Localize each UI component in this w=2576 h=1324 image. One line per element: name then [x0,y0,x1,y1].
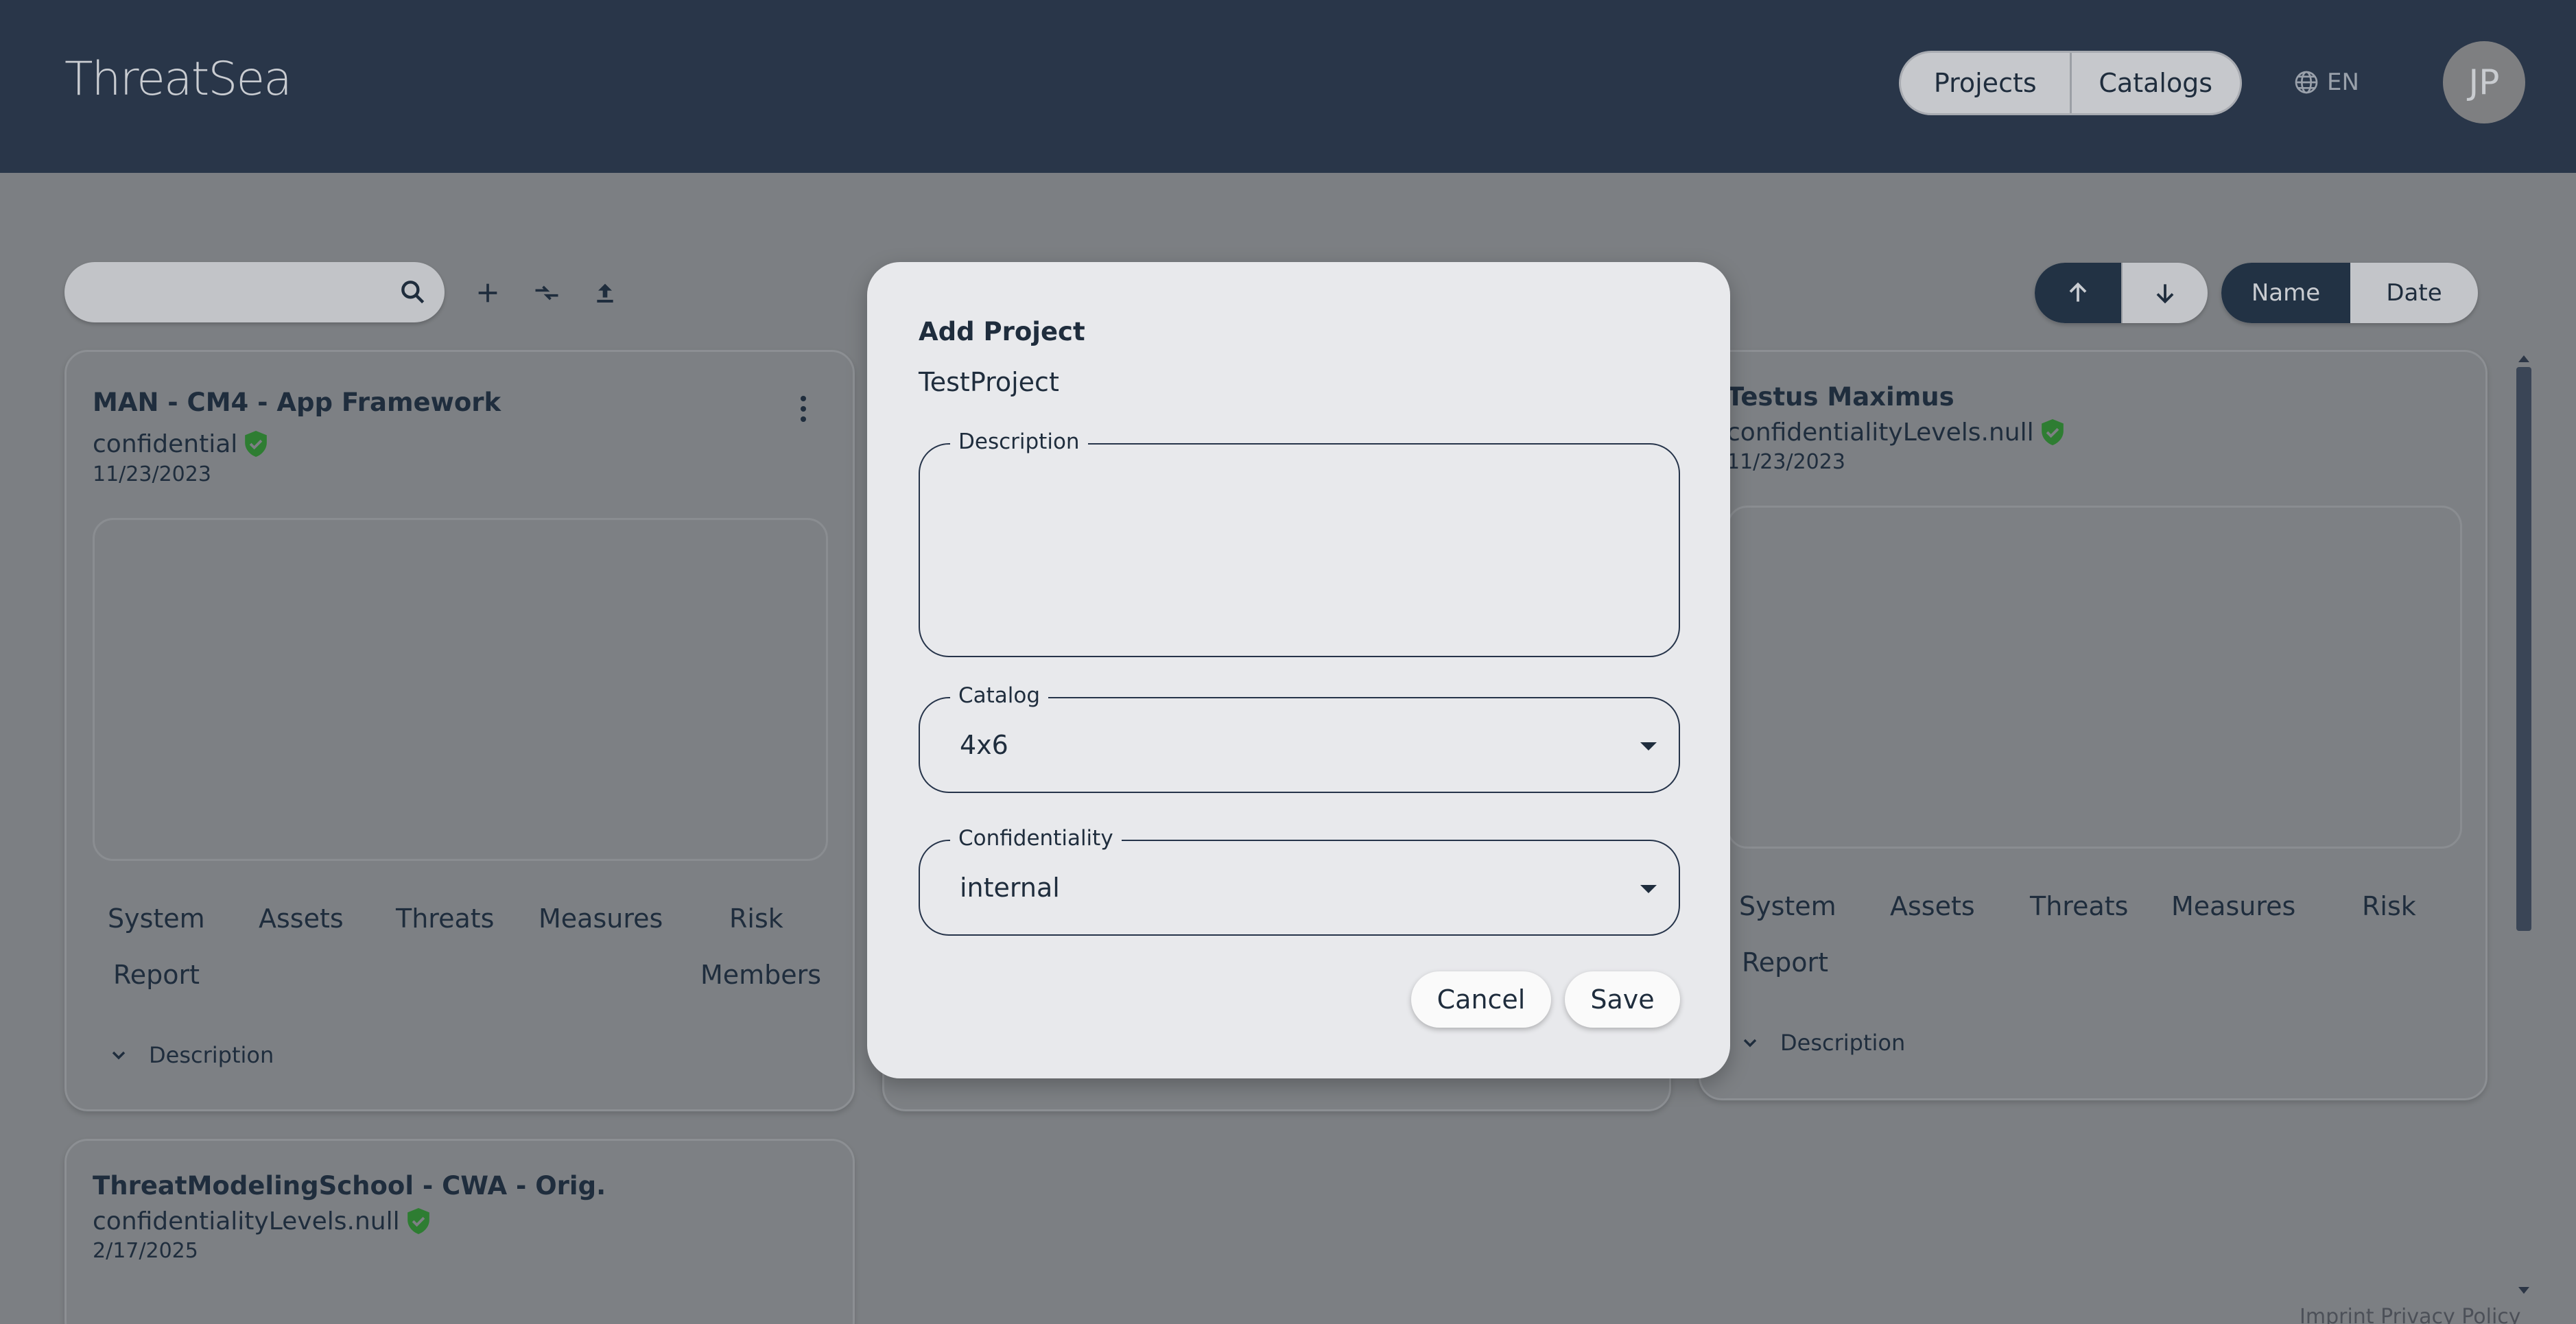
shield-check-icon [245,431,268,457]
risk-chart-area [93,518,828,861]
description-toggle[interactable]: Description [1739,1030,1905,1056]
avatar[interactable]: JP [2443,41,2525,123]
link-members[interactable]: Members [700,960,821,990]
link-risk[interactable]: Risk [2362,891,2416,921]
confidentiality-value: internal [960,873,1060,903]
project-title[interactable]: Testus Maximus [1727,382,1954,412]
language-selector[interactable]: EN [2293,64,2359,100]
add-project-button[interactable] [471,276,505,310]
chevron-down-icon [1743,1039,1757,1048]
avatar-initials: JP [2468,62,2500,102]
more-vert-icon[interactable] [796,392,810,426]
link-threats[interactable]: Threats [2030,891,2128,921]
link-measures[interactable]: Measures [2171,891,2295,921]
dropdown-arrow-icon[interactable] [1640,742,1657,750]
link-risk[interactable]: Risk [729,903,783,934]
link-report[interactable]: Report [1742,947,1828,978]
sort-by-date-button[interactable]: Date [2350,263,2478,323]
dialog-title: Add Project [919,317,1085,346]
upload-icon [597,283,613,303]
project-date: 11/23/2023 [1727,450,1845,474]
description-field-label: Description [950,429,1088,454]
shield-check-icon [2041,419,2064,445]
description-toggle-label: Description [1780,1030,1906,1056]
add-project-dialog: Add Project TestProject Description Cata… [867,262,1730,1078]
catalog-select[interactable]: Catalog 4x6 [919,683,1680,793]
confidentiality-field-label: Confidentiality [950,826,1122,851]
language-label: EN [2327,69,2359,96]
confidentiality-level: confidentialityLevels.null [1727,418,2066,447]
logo[interactable]: ThreatSea [64,52,292,106]
scroll-down-arrow[interactable] [2518,1287,2529,1294]
link-report[interactable]: Report [113,960,200,990]
catalog-field-label: Catalog [950,683,1049,708]
confidentiality-label: confidential [93,429,238,458]
risk-chart-area [1727,506,2462,849]
scrollbar-thumb[interactable] [2516,367,2531,931]
cancel-button[interactable]: Cancel [1411,971,1551,1028]
dropdown-arrow-icon[interactable] [1640,885,1657,893]
catalog-value: 4x6 [960,730,1008,760]
link-assets[interactable]: Assets [259,903,344,934]
sort-by-name-button[interactable]: Name [2221,263,2350,323]
description-field[interactable]: Description [919,429,1680,657]
confidentiality-label: confidentialityLevels.null [93,1207,400,1236]
arrow-up-icon [2069,282,2087,302]
description-toggle[interactable]: Description [108,1042,274,1068]
description-toggle-label: Description [149,1042,274,1068]
link-measures[interactable]: Measures [539,903,663,934]
arrow-down-icon [2156,284,2174,304]
nav-catalogs-button[interactable]: Catalogs [2069,53,2241,113]
sort-ascending-button[interactable] [2035,263,2121,323]
sort-descending-button[interactable] [2121,263,2208,323]
compare-arrows-icon [535,285,558,300]
chevron-down-icon [112,1051,126,1060]
footer-links[interactable]: Imprint Privacy Policy [2300,1305,2521,1324]
nav-projects-button[interactable]: Projects [1901,53,2070,113]
project-card: ThreatModelingSchool - CWA - Orig. confi… [64,1139,855,1324]
link-system[interactable]: System [1739,891,1836,921]
project-title[interactable]: ThreatModelingSchool - CWA - Orig. [93,1171,606,1201]
link-system[interactable]: System [108,903,205,934]
confidentiality-level: confidentialityLevels.null [93,1207,432,1236]
sort-direction-group [2035,263,2208,323]
search-icon[interactable] [398,277,428,310]
app-header: ThreatSea Projects Catalogs EN JP [0,0,2576,173]
search-input[interactable] [64,262,445,322]
compare-button[interactable] [530,276,564,310]
project-title[interactable]: MAN - CM4 - App Framework [93,388,501,417]
confidentiality-level: confidential [93,429,269,458]
project-date: 11/23/2023 [93,462,211,486]
scroll-up-arrow[interactable] [2518,355,2529,362]
confidentiality-select[interactable]: Confidentiality internal [919,826,1680,936]
globe-icon [2295,71,2318,94]
logo-text: ThreatSea [64,52,292,106]
main-nav: Projects Catalogs [1899,51,2242,115]
plus-icon [478,283,497,303]
project-date: 2/17/2025 [93,1239,198,1263]
project-card: MAN - CM4 - App Framework confidential 1… [64,350,855,1111]
shield-check-icon [407,1208,429,1234]
project-name-text: TestProject [919,367,1059,397]
save-button[interactable]: Save [1565,971,1680,1028]
upload-button[interactable] [588,276,622,310]
link-threats[interactable]: Threats [396,903,494,934]
sort-field-group: Name Date [2221,263,2478,323]
project-card: Testus Maximus confidentialityLevels.nul… [1699,350,2488,1100]
confidentiality-label: confidentialityLevels.null [1727,418,2034,447]
link-assets[interactable]: Assets [1890,891,1975,921]
